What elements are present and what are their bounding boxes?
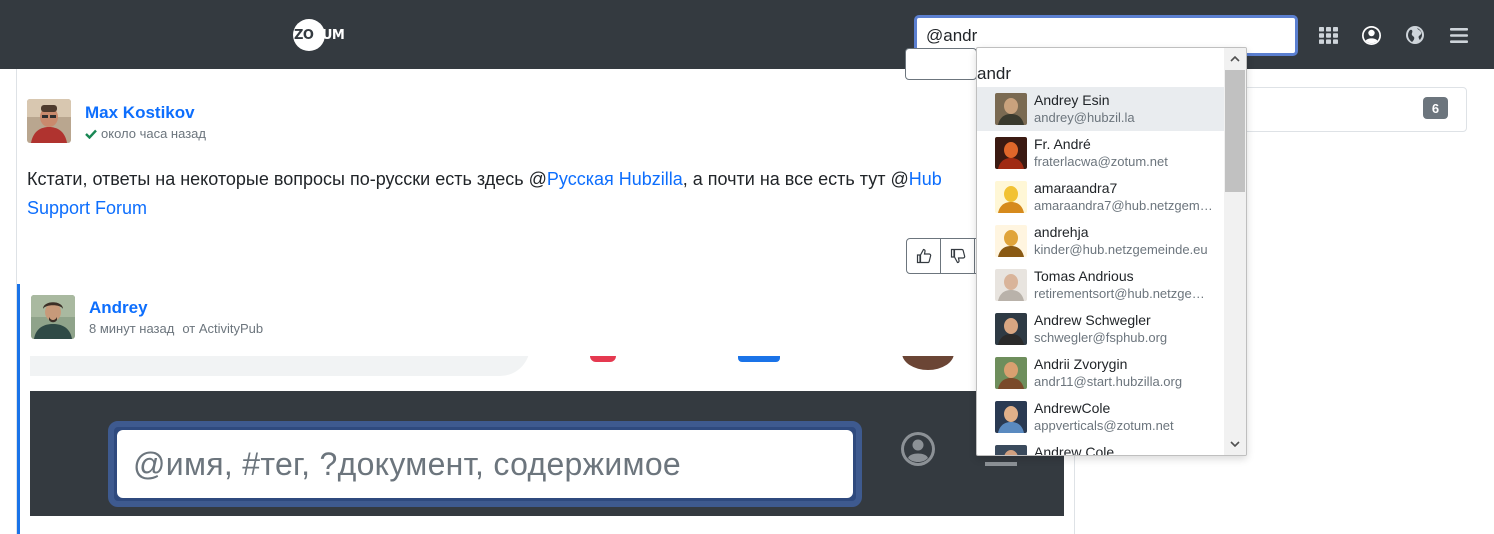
site-logo[interactable]: ZOTUM: [293, 19, 349, 51]
autocomplete-item[interactable]: amaraandra7 amaraandra7@hub.netzgemeinde.…: [977, 175, 1225, 219]
embedded-top-strip: [30, 356, 1064, 388]
post-body-text: , а почти на все есть тут @: [682, 169, 909, 189]
apps-grid-icon[interactable]: [1317, 24, 1339, 46]
autocomplete-item-address: fraterlacwa@zotum.net: [1034, 154, 1168, 169]
avatar: [995, 269, 1027, 301]
avatar: [995, 357, 1027, 389]
embedded-search-placeholder: @имя, #тег, ?документ, содержимое: [133, 445, 682, 482]
thumbs-up-icon: [916, 248, 931, 264]
autocomplete-list: Andrey Esin andrey@hubzil.la Fr. André frat…: [977, 87, 1225, 456]
post-time: 8 минут назад: [89, 321, 175, 336]
autocomplete-item-address: appverticals@zotum.net: [1034, 418, 1174, 433]
like-button[interactable]: [907, 239, 941, 273]
dislike-button[interactable]: [941, 239, 975, 273]
post-meta: около часа назад: [85, 126, 206, 141]
logo-text: ZOTUM: [293, 27, 345, 43]
post-meta: 8 минут назад от ActivityPub: [89, 321, 263, 336]
autocomplete-item-address: retirementsort@hub.netzgemeinde.eu: [1034, 286, 1214, 301]
logo-text-part: ZO: [294, 27, 314, 43]
avatar: [995, 445, 1027, 455]
avatar: [995, 137, 1027, 169]
autocomplete-item[interactable]: Fr. André fraterlacwa@zotum.net: [977, 131, 1225, 175]
embedded-screenshot[interactable]: @имя, #тег, ?документ, содержимое: [30, 356, 1064, 534]
autocomplete-item[interactable]: Andrew Schwegler schwegler@fsphub.org: [977, 307, 1225, 351]
scrollbar-thumb[interactable]: [1225, 70, 1245, 192]
embedded-user-icon: [900, 431, 936, 472]
autocomplete-item[interactable]: andrehja kinder@hub.netzgemeinde.eu: [977, 219, 1225, 263]
autocomplete-item-address: schwegler@fsphub.org: [1034, 330, 1168, 345]
autocomplete-query: andr: [977, 64, 1012, 83]
mention-link[interactable]: Hub: [909, 169, 942, 189]
unseen-indicator: [17, 284, 20, 534]
logo-text-part: TUM: [313, 27, 345, 43]
mention-autocomplete: andr Andrey Esin andrey@hubzil.la Fr. Andr…: [976, 47, 1247, 456]
autocomplete-item-name: AndrewCole: [1034, 400, 1111, 416]
autocomplete-item[interactable]: AndrewCole appverticals@zotum.net: [977, 395, 1225, 439]
autocomplete-item[interactable]: Andrii Zvorygin andr11@start.hubzilla.org: [977, 351, 1225, 395]
autocomplete-item[interactable]: Andrey Esin andrey@hubzil.la: [977, 87, 1225, 131]
menu-icon[interactable]: [1448, 24, 1470, 46]
autocomplete-item-name: Andrew Cole: [1034, 444, 1115, 456]
autocomplete-item-name: Andrii Zvorygin: [1034, 356, 1128, 372]
autocomplete-item-address: kinder@hub.netzgemeinde.eu: [1034, 242, 1208, 257]
post-body-text: Кстати, ответы на некоторые вопросы по-р…: [27, 169, 547, 189]
avatar[interactable]: [31, 295, 75, 339]
user-circle-icon[interactable]: [1360, 24, 1382, 46]
post-body: Кстати, ответы на некоторые вопросы по-р…: [27, 165, 1017, 223]
stream-card: Max Kostikov около часа назад Кстати, от…: [16, 69, 1075, 534]
autocomplete-item-name: andrehja: [1034, 224, 1089, 240]
post-time: около часа назад: [101, 126, 206, 141]
post-source: от ActivityPub: [182, 321, 264, 336]
post-author[interactable]: Andrey: [89, 298, 148, 318]
avatar[interactable]: [27, 99, 71, 143]
post-author[interactable]: Max Kostikov: [85, 103, 195, 123]
autocomplete-item-name: amaraandra7: [1034, 180, 1118, 196]
top-navbar: ZOTUM: [0, 0, 1494, 69]
scroll-down-icon[interactable]: [1224, 435, 1246, 453]
autocomplete-item-address: andr11@start.hubzilla.org: [1034, 374, 1183, 389]
embedded-navbar: @имя, #тег, ?документ, содержимое: [30, 391, 1064, 516]
avatar: [995, 401, 1027, 433]
globe-icon[interactable]: [1404, 24, 1426, 46]
count-badge: 6: [1423, 97, 1448, 119]
autocomplete-item[interactable]: Andrew Cole: [977, 439, 1225, 456]
avatar: [995, 181, 1027, 213]
online-check-icon: [85, 129, 97, 139]
autocomplete-item-address: andrey@hubzil.la: [1034, 110, 1135, 125]
avatar: [995, 225, 1027, 257]
autocomplete-item-name: Andrew Schwegler: [1034, 312, 1151, 328]
avatar: [995, 93, 1027, 125]
mention-link[interactable]: Русская Hubzilla: [547, 169, 683, 189]
avatar: [995, 313, 1027, 345]
scroll-up-icon[interactable]: [1224, 50, 1246, 68]
mention-link[interactable]: Support Forum: [27, 198, 147, 218]
autocomplete-item[interactable]: Tomas Andrious retirementsort@hub.netzgem…: [977, 263, 1225, 307]
autocomplete-item-name: Fr. André: [1034, 136, 1091, 152]
autocomplete-item-address: amaraandra7@hub.netzgemeinde.eu: [1034, 198, 1214, 213]
thumbs-down-icon: [950, 248, 965, 264]
autocomplete-item-name: Andrey Esin: [1034, 92, 1110, 108]
embedded-search-box: @имя, #тег, ?документ, содержимое: [108, 421, 862, 507]
autocomplete-item-name: Tomas Andrious: [1034, 268, 1134, 284]
scrollbar[interactable]: [1224, 48, 1246, 455]
post-action-buttons[interactable]: [905, 48, 977, 80]
embedded-menu-icon: [985, 462, 1017, 466]
